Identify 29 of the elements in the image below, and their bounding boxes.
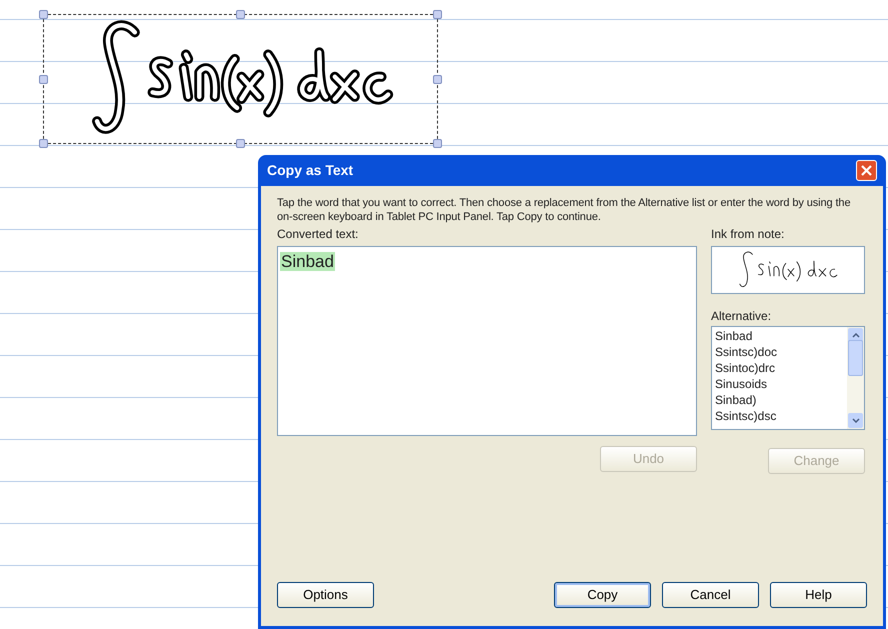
resize-handle[interactable] <box>39 10 48 19</box>
converted-word[interactable]: Sinbad <box>280 252 335 271</box>
dialog-button[interactable]: Copy <box>554 582 651 608</box>
alternatives-list[interactable]: Sinbad Ssintsc)doc Ssintoc)drc Sinusoids Sinbad) Ssintsc)dsc <box>711 326 865 430</box>
window-title: Copy as Text <box>267 161 354 180</box>
close-button[interactable] <box>856 160 877 181</box>
dialog-button[interactable]: Options <box>277 582 374 608</box>
dialog-button[interactable]: Help <box>770 582 867 608</box>
field-label: Converted text: <box>277 226 360 242</box>
resize-handle[interactable] <box>433 139 442 148</box>
list-item[interactable]: Ssintsc)doc <box>715 344 844 360</box>
list-item[interactable]: Sinbad <box>715 328 844 344</box>
resize-handle[interactable] <box>236 10 245 19</box>
resize-handle[interactable] <box>433 10 442 19</box>
list-item[interactable]: Ssintoc)drc <box>715 360 844 376</box>
field-label: Ink from note: <box>711 226 786 242</box>
resize-handle[interactable] <box>433 75 442 84</box>
resize-handle[interactable] <box>39 139 48 148</box>
field-label: Alternative: <box>711 308 772 324</box>
list-item[interactable]: Sinbad) <box>715 392 844 408</box>
list-item[interactable]: Ssintsc)dsc <box>715 408 844 424</box>
resize-handle[interactable] <box>236 139 245 148</box>
dialog-button[interactable]: Cancel <box>662 582 759 608</box>
scroll-bar[interactable] <box>847 327 864 429</box>
close-icon <box>861 165 872 176</box>
list-item[interactable]: Sinusoids <box>715 376 844 392</box>
converted-text-field[interactable]: Sinbad <box>277 246 697 436</box>
resize-handle[interactable] <box>39 75 48 84</box>
instruction-text: Tap the word that you want to correct. Then choose a replacement from the Alternative list or enter the word by using the on-screen keyboard in Tablet PC Input Panel. Tap Copy to continue. <box>277 196 852 224</box>
